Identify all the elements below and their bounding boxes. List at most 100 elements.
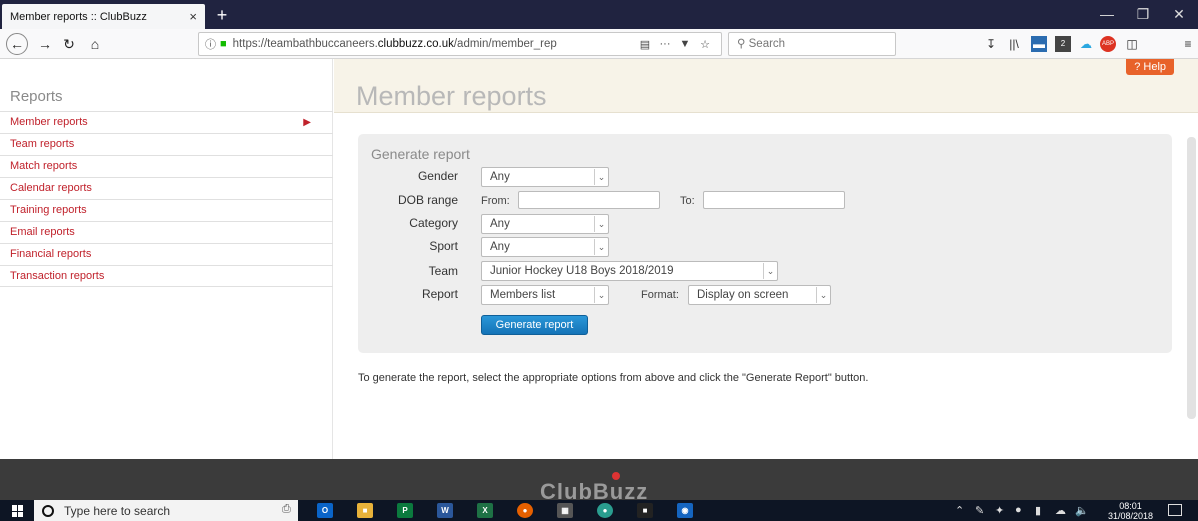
reader-view-icon[interactable]: ▤ [635, 38, 655, 51]
url-prefix: https://teambathbuccaneers. [232, 38, 378, 50]
lock-icon[interactable]: ■ [220, 38, 227, 50]
windows-taskbar: Type here to search ⎙ O ■ P W X ● ▦ ● ■ … [0, 500, 1198, 521]
sidebar-item-match-reports[interactable]: Match reports [0, 155, 333, 177]
adblock-icon[interactable]: 2 [1055, 36, 1071, 52]
word-icon[interactable]: W [437, 503, 453, 518]
sidebar-item-member-reports[interactable]: Member reports ▶ [0, 111, 333, 133]
sticky-notes-icon[interactable]: ■ [637, 503, 653, 518]
windows-start-icon[interactable] [12, 505, 24, 517]
dropbox-icon[interactable]: ✦ [995, 504, 1004, 517]
sidebar-item-label: Team reports [10, 138, 75, 150]
outlook-icon[interactable]: O [317, 503, 333, 518]
sport-value: Any [490, 241, 510, 253]
sidebar-item-transaction-reports[interactable]: Transaction reports [0, 265, 333, 287]
sidebar-item-calendar-reports[interactable]: Calendar reports [0, 177, 333, 199]
gender-label: Gender [417, 169, 458, 183]
report-value: Members list [490, 289, 556, 301]
browser-search-input[interactable]: ⚲ Search [728, 32, 896, 56]
category-label: Category [409, 216, 458, 230]
tray-pen-icon[interactable]: ✎ [975, 504, 984, 517]
main-header: Member reports ? Help [334, 59, 1198, 113]
chevron-down-icon: ⌄ [594, 287, 608, 303]
sidebar-item-team-reports[interactable]: Team reports [0, 133, 333, 155]
new-tab-button[interactable]: + [210, 4, 234, 26]
chevron-down-icon: ⌄ [763, 263, 777, 279]
window-restore-button[interactable]: ❐ [1128, 3, 1158, 25]
format-select[interactable]: Display on screen ⌄ [688, 285, 831, 305]
sidebar-item-email-reports[interactable]: Email reports [0, 221, 333, 243]
sidebar-item-label: Financial reports [10, 248, 92, 260]
help-button[interactable]: ? Help [1126, 59, 1174, 75]
url-text[interactable]: https://teambathbuccaneers.clubbuzz.co.u… [233, 38, 635, 50]
back-arrow-icon[interactable]: ← [6, 33, 28, 55]
browser-tab-bar: Member reports :: ClubBuzz × + — ❐ ✕ [0, 0, 1198, 29]
url-bar[interactable]: ⓘ ■ https://teambathbuccaneers.clubbuzz.… [198, 32, 722, 56]
taskbar-clock[interactable]: 08:01 31/08/2018 [1108, 501, 1153, 521]
dob-from-label: From: [481, 195, 510, 207]
sport-select[interactable]: Any ⌄ [481, 237, 609, 257]
sidebar-item-training-reports[interactable]: Training reports [0, 199, 333, 221]
file-explorer-icon[interactable]: ■ [357, 503, 373, 518]
logo-badge-icon [612, 472, 620, 480]
browser-nav-bar: ← → ↻ ⌂ ⓘ ■ https://teambathbuccaneers.c… [0, 29, 1198, 59]
reload-icon[interactable]: ↻ [58, 33, 80, 55]
team-value: Junior Hockey U18 Boys 2018/2019 [490, 265, 674, 277]
gender-select[interactable]: Any ⌄ [481, 167, 609, 187]
tab-member-reports[interactable]: Member reports :: ClubBuzz × [2, 4, 205, 29]
calculator-icon[interactable]: ▦ [557, 503, 573, 518]
category-value: Any [490, 218, 510, 230]
clock-time: 08:01 [1119, 501, 1142, 511]
sidebar-item-label: Email reports [10, 226, 75, 238]
excel-icon[interactable]: X [477, 503, 493, 518]
screenshot-icon[interactable]: ▬ [1031, 36, 1047, 52]
volume-icon[interactable]: 🔈 [1075, 504, 1089, 517]
page-content: Reports Member reports ▶ Team reports Mat… [0, 59, 1198, 504]
sidebar-item-label: Calendar reports [10, 182, 92, 194]
tab-close-icon[interactable]: × [189, 9, 197, 24]
clock-date: 31/08/2018 [1108, 511, 1154, 521]
download-icon[interactable]: ↧ [983, 36, 999, 52]
info-icon[interactable]: ⓘ [205, 36, 216, 52]
sidebar-item-financial-reports[interactable]: Financial reports [0, 243, 333, 265]
page-scrollbar[interactable] [1187, 137, 1196, 419]
report-select[interactable]: Members list ⌄ [481, 285, 609, 305]
window-close-button[interactable]: ✕ [1164, 3, 1194, 25]
pocket-icon[interactable]: ▼ [675, 38, 695, 50]
generate-report-button[interactable]: Generate report [481, 315, 588, 335]
sidebar-toggle-icon[interactable]: ◫ [1124, 36, 1140, 52]
firefox-icon[interactable]: ● [517, 503, 533, 518]
screen-recorder-icon[interactable]: ◉ [677, 503, 693, 518]
dob-from-field[interactable] [518, 191, 660, 209]
footer: ClubBuzz [0, 459, 1198, 504]
page-actions-icon[interactable]: ··· [655, 38, 675, 50]
library-icon[interactable]: ||\ [1006, 36, 1022, 52]
forward-arrow-icon[interactable]: → [34, 33, 56, 55]
abp-icon[interactable]: ABP [1100, 36, 1116, 52]
notifications-icon[interactable] [1168, 504, 1182, 516]
dob-range-label: DOB range [397, 193, 458, 207]
taskbar-search-input[interactable]: Type here to search [34, 500, 298, 521]
url-domain: clubbuzz.co.uk [377, 38, 454, 50]
taskbar-search-placeholder: Type here to search [64, 503, 171, 518]
sidebar-title: Reports [10, 88, 63, 105]
onedrive-icon[interactable]: ☁ [1055, 504, 1066, 517]
tray-app-icon[interactable]: ● [1015, 504, 1022, 516]
format-value: Display on screen [697, 289, 789, 301]
team-label: Team [428, 264, 458, 278]
window-minimize-button[interactable]: — [1092, 3, 1122, 25]
cloud-icon[interactable]: ☁ [1078, 36, 1094, 52]
category-select[interactable]: Any ⌄ [481, 214, 609, 234]
sidebar-list: Member reports ▶ Team reports Match repor… [0, 111, 333, 287]
dob-to-field[interactable] [703, 191, 845, 209]
menu-icon[interactable]: ≡ [1180, 36, 1196, 52]
bookmark-star-icon[interactable]: ☆ [695, 38, 715, 51]
microphone-icon[interactable]: ⎙ [282, 503, 291, 516]
cortana-icon [42, 504, 54, 517]
app-icon[interactable]: ● [597, 503, 613, 518]
home-icon[interactable]: ⌂ [84, 33, 106, 55]
tray-expand-icon[interactable]: ⌃ [955, 504, 964, 517]
battery-icon[interactable]: ▮ [1035, 504, 1041, 517]
panel-title: Generate report [371, 146, 470, 162]
team-select[interactable]: Junior Hockey U18 Boys 2018/2019 ⌄ [481, 261, 778, 281]
publisher-icon[interactable]: P [397, 503, 413, 518]
